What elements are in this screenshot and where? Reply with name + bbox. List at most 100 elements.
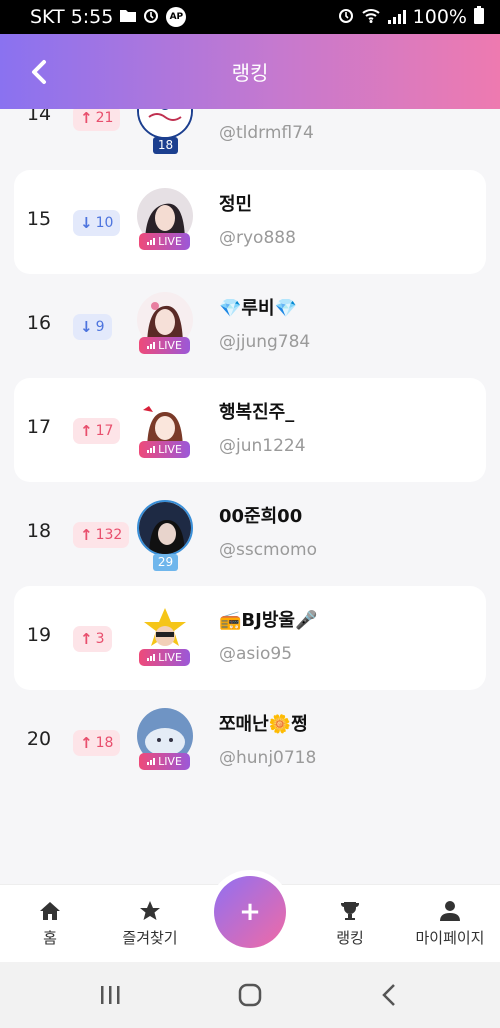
live-signal-icon xyxy=(147,238,156,245)
rank-change-badge: ↓ 10 xyxy=(73,210,121,236)
status-bar: SKT 5:55 AP 100% xyxy=(0,0,500,34)
back-chevron-icon xyxy=(382,984,395,1006)
user-name: 00준희00 xyxy=(219,506,303,527)
user-handle: @sscmomo xyxy=(219,540,317,560)
trophy-icon xyxy=(341,902,359,920)
system-navigation-bar xyxy=(0,962,500,1028)
arrow-up-icon: ↑ xyxy=(80,109,93,127)
folder-icon xyxy=(120,8,137,26)
level-badge: 29 xyxy=(153,554,178,571)
home-circle-icon xyxy=(238,983,262,1007)
ranking-row[interactable]: 19 ↑ 3 LIVE 📻BJ방울🎤 @asio95 xyxy=(14,586,486,690)
avatar[interactable] xyxy=(137,109,193,139)
ranking-row[interactable]: 18 ↑ 132 29 00준희00 @sscmomo xyxy=(14,482,486,586)
user-handle: @jjung784 xyxy=(219,332,311,352)
arrow-down-icon: ↓ xyxy=(80,318,93,336)
user-handle: @tldrmfl74 xyxy=(219,123,314,143)
rank-change-value: 9 xyxy=(95,319,105,335)
live-signal-icon xyxy=(147,446,156,453)
alarm-icon xyxy=(143,7,159,27)
carrier-time: SKT 5:55 xyxy=(30,6,114,28)
live-label: LIVE xyxy=(158,339,182,352)
alarm-icon xyxy=(338,6,354,28)
rank-number: 18 xyxy=(26,520,52,542)
user-handle: @ryo888 xyxy=(219,228,296,248)
nav-mypage[interactable]: 마이페이지 xyxy=(395,899,500,948)
rank-change-badge: ↑ 21 xyxy=(73,109,121,131)
signal-icon xyxy=(387,10,406,24)
user-name: 📻BJ방울🎤 xyxy=(219,610,318,631)
rank-change-value: 132 xyxy=(95,527,123,543)
arrow-up-icon: ↑ xyxy=(80,734,93,752)
battery-icon xyxy=(474,5,484,29)
recent-apps-button[interactable] xyxy=(90,980,130,1010)
nav-home[interactable]: 홈 xyxy=(0,899,105,948)
nav-ranking-label: 랭킹 xyxy=(336,929,364,947)
live-badge: LIVE xyxy=(139,649,190,666)
arrow-up-icon: ↑ xyxy=(80,526,93,544)
rank-number: 17 xyxy=(26,416,52,438)
ranking-row[interactable]: 16 ↓ 9 LIVE 💎루비💎 @jjung784 xyxy=(14,274,486,378)
ranking-row[interactable]: 14 ↑ 21 18 @tldrmfl74 xyxy=(14,109,486,169)
live-label: LIVE xyxy=(158,443,182,456)
chevron-left-icon xyxy=(32,60,46,84)
rank-number: 15 xyxy=(26,208,52,230)
rank-number: 20 xyxy=(26,728,52,750)
rank-number: 16 xyxy=(26,312,52,334)
ranking-list: 14 ↑ 21 18 @tldrmfl74 15 ↓ 10 LIVE 정민 @r… xyxy=(0,109,500,884)
home-system-button[interactable] xyxy=(230,980,270,1010)
rank-change-badge: ↑ 132 xyxy=(73,522,130,548)
rank-change-badge: ↑ 17 xyxy=(73,418,121,444)
nav-ranking[interactable]: 랭킹 xyxy=(295,899,405,948)
level-badge: 18 xyxy=(153,137,178,154)
live-badge: LIVE xyxy=(139,441,190,458)
app-header: 랭킹 xyxy=(0,34,500,109)
rank-change-value: 18 xyxy=(95,735,114,751)
user-handle: @hunj0718 xyxy=(219,748,317,768)
ranking-row[interactable]: 17 ↑ 17 LIVE 행복진주_ @jun1224 xyxy=(14,378,486,482)
live-signal-icon xyxy=(147,654,156,661)
user-name: 쪼매난🌼쩡 xyxy=(219,714,308,735)
rank-change-value: 21 xyxy=(95,110,114,126)
nav-favorites[interactable]: 즐겨찾기 xyxy=(95,899,205,948)
ranking-row[interactable]: 20 ↑ 18 LIVE 쪼매난🌼쩡 @hunj0718 xyxy=(14,690,486,794)
live-signal-icon xyxy=(147,342,156,349)
rank-change-value: 10 xyxy=(95,215,114,231)
live-badge: LIVE xyxy=(139,753,190,770)
back-button[interactable] xyxy=(22,52,56,92)
ap-app-icon: AP xyxy=(166,7,187,27)
rank-change-badge: ↑ 18 xyxy=(73,730,121,756)
rank-change-value: 17 xyxy=(95,423,114,439)
rank-change-value: 3 xyxy=(95,631,105,647)
user-handle: @asio95 xyxy=(219,644,293,664)
live-signal-icon xyxy=(147,758,156,765)
nav-mypage-label: 마이페이지 xyxy=(415,929,485,947)
live-label: LIVE xyxy=(158,235,182,248)
user-name: 💎루비💎 xyxy=(219,298,297,319)
rank-change-badge: ↓ 9 xyxy=(73,314,112,340)
live-label: LIVE xyxy=(158,651,182,664)
ranking-row[interactable]: 15 ↓ 10 LIVE 정민 @ryo888 xyxy=(14,170,486,274)
rank-number: 14 xyxy=(26,109,52,125)
recent-apps-icon xyxy=(101,986,120,1004)
live-label: LIVE xyxy=(158,755,182,768)
user-handle: @jun1224 xyxy=(219,436,306,456)
arrow-up-icon: ↑ xyxy=(80,422,93,440)
user-name: 정민 xyxy=(219,194,253,215)
live-badge: LIVE xyxy=(139,233,190,250)
add-button[interactable]: + xyxy=(214,876,286,948)
arrow-up-icon: ↑ xyxy=(80,630,93,648)
nav-home-label: 홈 xyxy=(43,929,57,947)
battery-level: 100% xyxy=(412,6,467,28)
wifi-icon xyxy=(361,6,381,28)
live-badge: LIVE xyxy=(139,337,190,354)
avatar[interactable] xyxy=(137,500,193,556)
nav-favorites-label: 즐겨찾기 xyxy=(122,929,178,947)
person-icon xyxy=(440,901,460,921)
back-system-button[interactable] xyxy=(370,980,410,1010)
star-icon xyxy=(140,901,160,920)
arrow-down-icon: ↓ xyxy=(80,214,93,232)
user-name: 행복진주_ xyxy=(219,402,295,423)
home-icon xyxy=(40,902,60,920)
page-title: 랭킹 xyxy=(231,61,269,85)
